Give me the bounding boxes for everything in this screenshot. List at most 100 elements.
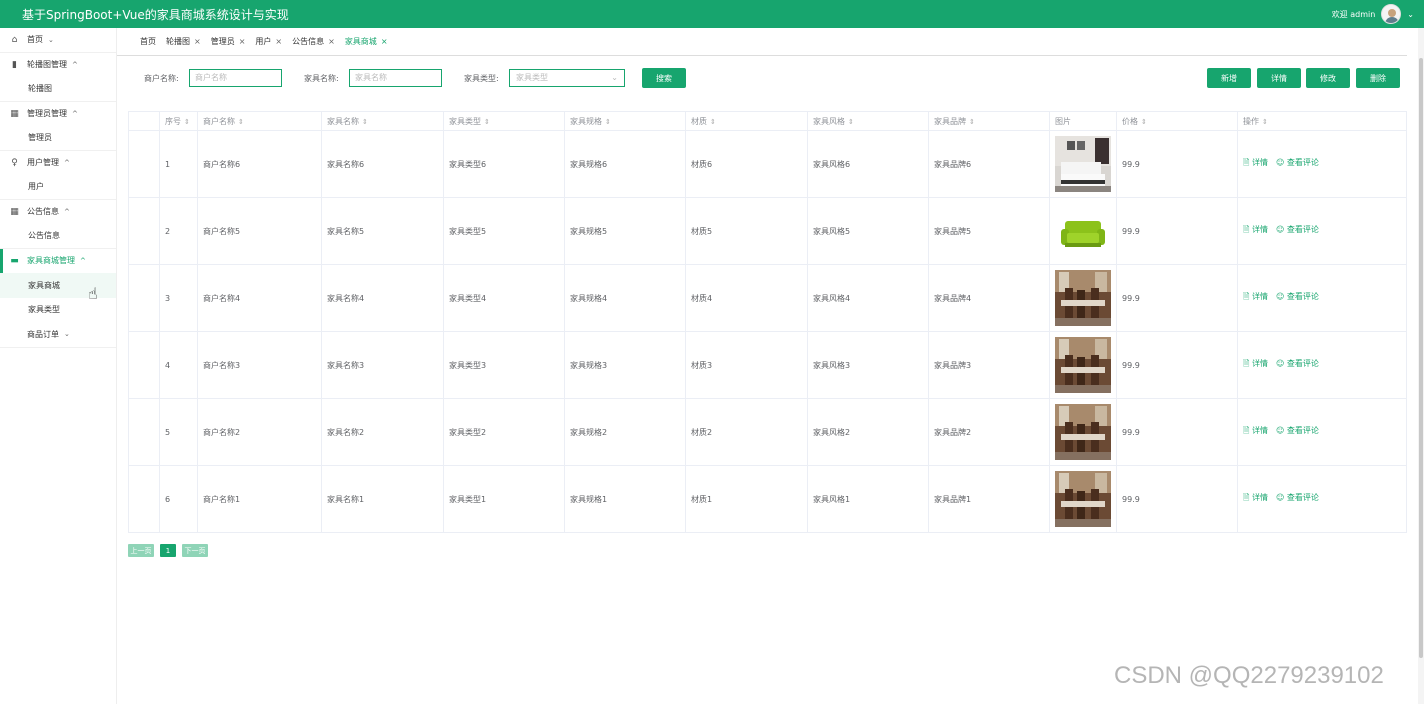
table-row[interactable]: 2 商户名称5 家具名称5 家具类型5 家具规格5 材质5 家具风格5 家具品牌5 99.9 🗎… bbox=[128, 197, 1407, 265]
close-icon[interactable]: × bbox=[381, 37, 388, 46]
select-all-checkbox[interactable] bbox=[128, 111, 160, 131]
col-header-spec[interactable]: 家具规格 ⇕ bbox=[564, 111, 686, 131]
sidebar-item-notice[interactable]: 公告信息 bbox=[0, 224, 116, 249]
row-comments-link[interactable]: ☺ 查看评论 bbox=[1276, 225, 1319, 234]
bedroom-image[interactable] bbox=[1055, 136, 1116, 192]
col-header-name[interactable]: 家具名称 ⇕ bbox=[321, 111, 444, 131]
row-detail-link[interactable]: 🗎 详情 bbox=[1243, 493, 1268, 502]
table-row[interactable]: 3 商户名称4 家具名称4 家具类型4 家具规格4 材质4 家具风格4 家具品牌4 99.9 🗎… bbox=[128, 264, 1407, 332]
sort-icon[interactable]: ⇕ bbox=[1262, 118, 1268, 126]
dining-image[interactable] bbox=[1055, 270, 1116, 326]
edit-button[interactable]: 修改 bbox=[1306, 68, 1350, 88]
tab-home[interactable]: 首页 bbox=[140, 36, 156, 47]
row-checkbox[interactable] bbox=[128, 264, 160, 332]
dining-image[interactable] bbox=[1055, 337, 1116, 393]
row-checkbox[interactable] bbox=[128, 130, 160, 198]
sort-icon[interactable]: ⇕ bbox=[362, 118, 368, 126]
row-detail-link[interactable]: 🗎 详情 bbox=[1243, 158, 1268, 167]
chevron-up-icon: ^ bbox=[64, 158, 70, 167]
row-detail-link[interactable]: 🗎 详情 bbox=[1243, 426, 1268, 435]
sidebar-group-carousel[interactable]: ▮ 轮播图管理 ^ bbox=[0, 53, 116, 78]
table-row[interactable]: 4 商户名称3 家具名称3 家具类型3 家具规格3 材质3 家具风格3 家具品牌3 99.9 🗎… bbox=[128, 331, 1407, 399]
tab-admin[interactable]: 管理员 × bbox=[211, 36, 246, 47]
sidebar-item-label: 公告信息 bbox=[27, 207, 59, 217]
sidebar-group-users[interactable]: ♀ 用户管理 ^ bbox=[0, 151, 116, 176]
prev-page-button[interactable]: 上一页 bbox=[128, 544, 154, 557]
col-header-style[interactable]: 家具风格 ⇕ bbox=[807, 111, 929, 131]
table-row[interactable]: 1 商户名称6 家具名称6 家具类型6 家具规格6 材质6 家具风格6 家具品牌6 99.9 🗎… bbox=[128, 130, 1407, 198]
sidebar-item-admin[interactable]: 管理员 bbox=[0, 126, 116, 151]
sidebar-group-notice[interactable]: ▦ 公告信息 ^ bbox=[0, 200, 116, 225]
row-detail-link[interactable]: 🗎 详情 bbox=[1243, 292, 1268, 301]
next-page-button[interactable]: 下一页 bbox=[182, 544, 208, 557]
scrollbar-thumb[interactable] bbox=[1419, 58, 1423, 658]
cell-spec: 家具规格5 bbox=[564, 197, 686, 265]
tab-users[interactable]: 用户 × bbox=[255, 36, 282, 47]
add-button[interactable]: 新增 bbox=[1207, 68, 1251, 88]
table-header-row: 序号 ⇕ 商户名称 ⇕ 家具名称 ⇕ 家具类型 ⇕ 家具规格 ⇕ 材质 ⇕ 家具风格 ⇕ 家具… bbox=[128, 111, 1407, 131]
detail-button[interactable]: 详情 bbox=[1257, 68, 1301, 88]
chevron-up-icon: ^ bbox=[72, 60, 78, 69]
sidebar-group-furniture[interactable]: ▬ 家具商城管理 ^ bbox=[0, 248, 116, 273]
sort-icon[interactable]: ⇕ bbox=[710, 118, 716, 126]
row-detail-link[interactable]: 🗎 详情 bbox=[1243, 225, 1268, 234]
col-header-merchant[interactable]: 商户名称 ⇕ bbox=[197, 111, 322, 131]
row-checkbox[interactable] bbox=[128, 331, 160, 399]
col-header-brand[interactable]: 家具品牌 ⇕ bbox=[928, 111, 1050, 131]
row-comments-link[interactable]: ☺ 查看评论 bbox=[1276, 158, 1319, 167]
close-icon[interactable]: × bbox=[328, 37, 335, 46]
close-icon[interactable]: × bbox=[275, 37, 282, 46]
name-input[interactable]: 家具名称 bbox=[349, 69, 442, 87]
tab-notice[interactable]: 公告信息 × bbox=[292, 36, 335, 47]
col-header-actions[interactable]: 操作 ⇕ bbox=[1237, 111, 1407, 131]
sort-icon[interactable]: ⇕ bbox=[1141, 118, 1147, 126]
sort-icon[interactable]: ⇕ bbox=[848, 118, 854, 126]
row-checkbox[interactable] bbox=[128, 197, 160, 265]
page-number-button[interactable]: 1 bbox=[160, 544, 176, 557]
scrollbar-track[interactable] bbox=[1418, 28, 1424, 704]
avatar[interactable] bbox=[1381, 4, 1402, 24]
link-label: 查看评论 bbox=[1286, 292, 1319, 301]
merchant-input[interactable]: 商户名称 bbox=[189, 69, 282, 87]
sort-icon[interactable]: ⇕ bbox=[969, 118, 975, 126]
sidebar-group-orders[interactable]: 商品订单 ⌄ bbox=[0, 322, 116, 347]
sort-icon[interactable]: ⇕ bbox=[605, 118, 611, 126]
cell-material: 材质2 bbox=[685, 398, 808, 466]
col-header-price[interactable]: 价格 ⇕ bbox=[1116, 111, 1238, 131]
sort-icon[interactable]: ⇕ bbox=[238, 118, 244, 126]
sidebar-item-users[interactable]: 用户 bbox=[0, 175, 116, 200]
row-comments-link[interactable]: ☺ 查看评论 bbox=[1276, 292, 1319, 301]
delete-button[interactable]: 删除 bbox=[1356, 68, 1400, 88]
sort-icon[interactable]: ⇕ bbox=[484, 118, 490, 126]
user-menu[interactable]: 欢迎 admin ⌄ bbox=[1332, 4, 1414, 24]
type-select[interactable]: 家具类型 ⌄ bbox=[509, 69, 625, 87]
row-detail-link[interactable]: 🗎 详情 bbox=[1243, 359, 1268, 368]
col-header-type[interactable]: 家具类型 ⇕ bbox=[443, 111, 565, 131]
sofa-image[interactable] bbox=[1055, 203, 1116, 259]
col-header-material[interactable]: 材质 ⇕ bbox=[685, 111, 808, 131]
dining-image[interactable] bbox=[1055, 404, 1116, 460]
close-icon[interactable]: × bbox=[194, 37, 201, 46]
row-comments-link[interactable]: ☺ 查看评论 bbox=[1276, 359, 1319, 368]
document-icon: 🗎 bbox=[1243, 426, 1252, 435]
chevron-down-icon[interactable]: ⌄ bbox=[1407, 10, 1414, 19]
close-icon[interactable]: × bbox=[239, 37, 246, 46]
tab-carousel[interactable]: 轮播图 × bbox=[166, 36, 201, 47]
row-checkbox[interactable] bbox=[128, 398, 160, 466]
col-header-no[interactable]: 序号 ⇕ bbox=[159, 111, 198, 131]
sidebar-item-furniture-shop[interactable]: 家具商城 bbox=[0, 273, 116, 298]
row-comments-link[interactable]: ☺ 查看评论 bbox=[1276, 493, 1319, 502]
row-checkbox[interactable] bbox=[128, 465, 160, 533]
row-comments-link[interactable]: ☺ 查看评论 bbox=[1276, 426, 1319, 435]
sidebar-item-carousel[interactable]: 轮播图 bbox=[0, 77, 116, 102]
type-select-placeholder: 家具类型 bbox=[516, 73, 548, 82]
tab-furniture-shop[interactable]: 家具商城 × bbox=[345, 36, 388, 47]
table-row[interactable]: 6 商户名称1 家具名称1 家具类型1 家具规格1 材质1 家具风格1 家具品牌1 99.9 🗎… bbox=[128, 465, 1407, 533]
table-row[interactable]: 5 商户名称2 家具名称2 家具类型2 家具规格2 材质2 家具风格2 家具品牌2 99.9 🗎… bbox=[128, 398, 1407, 466]
dining-image[interactable] bbox=[1055, 471, 1116, 527]
sidebar-item-home[interactable]: ⌂ 首页 ⌄ bbox=[0, 28, 116, 53]
sort-icon[interactable]: ⇕ bbox=[184, 118, 190, 126]
sidebar-group-admin[interactable]: ▦ 管理员管理 ^ bbox=[0, 102, 116, 127]
search-button[interactable]: 搜索 bbox=[642, 68, 686, 88]
sidebar-item-furniture-type[interactable]: 家具类型 bbox=[0, 298, 116, 323]
